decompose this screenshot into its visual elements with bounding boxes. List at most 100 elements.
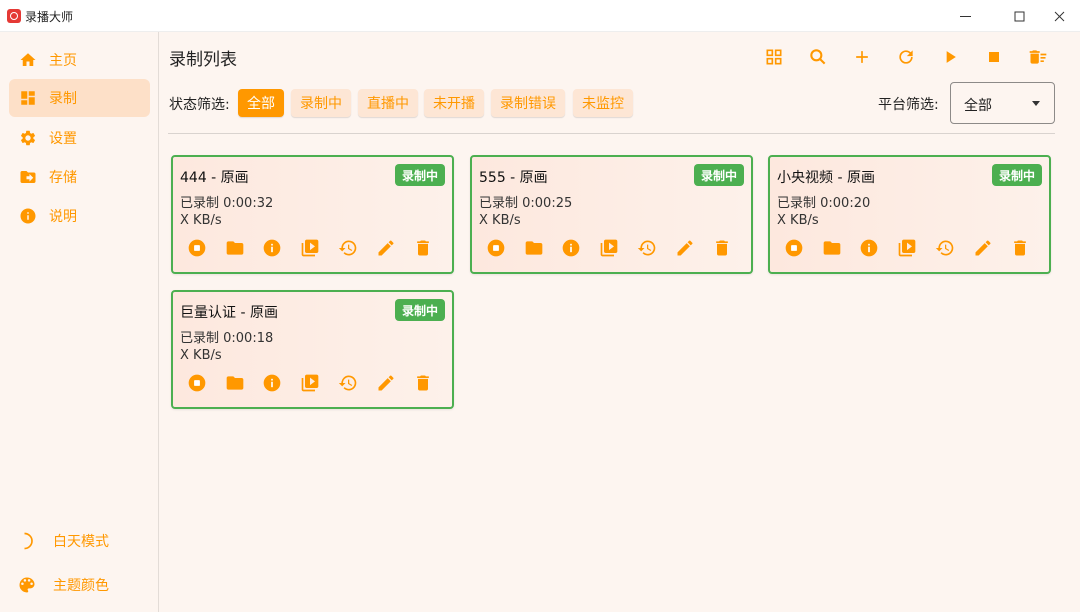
delete-icon: [417, 240, 430, 256]
history-icon: [338, 240, 357, 256]
search-icon: [810, 49, 826, 65]
delete-icon: [417, 375, 430, 391]
day-mode-label: 白天模式: [53, 534, 109, 550]
info-button[interactable]: [262, 238, 282, 258]
card-speed: X KB/s: [180, 213, 222, 228]
divider: [168, 133, 1055, 134]
folder-move-icon: [20, 171, 36, 183]
gear-icon: [20, 130, 36, 146]
edit-button[interactable]: [973, 238, 993, 258]
recording-card[interactable]: 小央视频 - 原画 录制中 已录制 0:00:20 X KB/s: [768, 155, 1051, 274]
stop-recording-button[interactable]: [187, 238, 207, 258]
history-button[interactable]: [637, 238, 657, 258]
card-duration: 已录制 0:00:20: [777, 196, 871, 211]
filter-chip-not-live[interactable]: 未开播: [424, 89, 484, 117]
info-button[interactable]: [859, 238, 879, 258]
filter-chip-error[interactable]: 录制错误: [491, 89, 565, 117]
folder-icon: [226, 241, 244, 255]
filter-chip-unmonitored[interactable]: 未监控: [573, 89, 633, 117]
stop-circle-icon: [487, 239, 505, 257]
close-button[interactable]: [1036, 0, 1080, 32]
card-actions: [187, 373, 447, 395]
sidebar-item-home[interactable]: 主页: [9, 41, 150, 79]
stop-circle-icon: [785, 239, 803, 257]
info-icon: [264, 374, 281, 392]
filter-chip-all[interactable]: 全部: [238, 89, 284, 117]
open-folder-button[interactable]: [225, 373, 245, 393]
recording-card[interactable]: 巨量认证 - 原画 录制中 已录制 0:00:18 X KB/s: [171, 290, 454, 409]
title-bar: 录播大师: [0, 0, 1080, 32]
platform-filter-dropdown[interactable]: 全部: [950, 82, 1055, 124]
sidebar-item-recording[interactable]: 录制: [9, 79, 150, 117]
edit-icon: [975, 240, 991, 256]
sidebar: 主页 录制 设置 存储 说明 白天模式 主题颜色: [0, 32, 159, 612]
edit-button[interactable]: [376, 238, 396, 258]
theme-color-button[interactable]: 主题颜色: [9, 567, 150, 603]
preview-button[interactable]: [599, 238, 619, 258]
start-all-button[interactable]: [937, 44, 963, 70]
info-button[interactable]: [561, 238, 581, 258]
card-actions: [784, 238, 1044, 260]
video-library-icon: [301, 239, 319, 257]
info-button[interactable]: [262, 373, 282, 393]
grid-view-button[interactable]: [761, 44, 787, 70]
search-button[interactable]: [805, 44, 831, 70]
open-folder-button[interactable]: [225, 238, 245, 258]
stop-recording-button[interactable]: [187, 373, 207, 393]
delete-button[interactable]: [1010, 238, 1030, 258]
preview-button[interactable]: [897, 238, 917, 258]
card-speed: X KB/s: [180, 348, 222, 363]
status-badge: 录制中: [394, 299, 445, 321]
minimize-button[interactable]: [942, 0, 988, 32]
edit-button[interactable]: [376, 373, 396, 393]
open-folder-button[interactable]: [822, 238, 842, 258]
video-library-icon: [600, 239, 618, 257]
card-speed: X KB/s: [479, 213, 521, 228]
filter-chip-live[interactable]: 直播中: [358, 89, 418, 117]
history-button[interactable]: [338, 373, 358, 393]
history-icon: [637, 240, 656, 256]
delete-button[interactable]: [712, 238, 732, 258]
stop-all-button[interactable]: [981, 44, 1007, 70]
open-folder-button[interactable]: [524, 238, 544, 258]
edit-button[interactable]: [675, 238, 695, 258]
preview-button[interactable]: [300, 238, 320, 258]
stop-recording-button[interactable]: [784, 238, 804, 258]
moon-icon: [24, 532, 33, 550]
refresh-button[interactable]: [893, 44, 919, 70]
delete-button[interactable]: [413, 373, 433, 393]
info-icon: [861, 239, 878, 257]
info-icon: [264, 239, 281, 257]
main-content: 录制列表 状态筛选: 全部 录制中 直播中 未开播 录制错误 未监控 平台筛选:…: [160, 32, 1080, 612]
history-button[interactable]: [935, 238, 955, 258]
delete-sweep-icon: [1029, 50, 1047, 64]
sidebar-item-storage[interactable]: 存储: [9, 158, 150, 196]
delete-icon: [1014, 240, 1027, 256]
status-badge: 录制中: [991, 164, 1042, 186]
history-icon: [338, 375, 357, 391]
card-title: 555 - 原画: [479, 170, 548, 186]
dropdown-arrow-icon: [1032, 101, 1040, 106]
preview-button[interactable]: [300, 373, 320, 393]
sidebar-item-settings[interactable]: 设置: [9, 119, 150, 157]
add-button[interactable]: [849, 44, 875, 70]
stop-recording-button[interactable]: [486, 238, 506, 258]
edit-icon: [378, 240, 394, 256]
history-button[interactable]: [338, 238, 358, 258]
stop-circle-icon: [188, 374, 206, 392]
add-icon: [856, 51, 868, 63]
folder-icon: [226, 376, 244, 390]
recording-card[interactable]: 555 - 原画 录制中 已录制 0:00:25 X KB/s: [470, 155, 753, 274]
info-icon: [20, 208, 36, 224]
sidebar-item-help[interactable]: 说明: [9, 197, 150, 235]
delete-all-button[interactable]: [1025, 44, 1051, 70]
stop-circle-icon: [188, 239, 206, 257]
delete-icon: [716, 240, 729, 256]
day-mode-toggle[interactable]: 白天模式: [9, 523, 150, 559]
platform-filter-value: 全部: [964, 98, 992, 114]
delete-button[interactable]: [413, 238, 433, 258]
status-filter-label: 状态筛选:: [169, 97, 230, 113]
filter-chip-recording[interactable]: 录制中: [291, 89, 351, 117]
recording-card[interactable]: 444 - 原画 录制中 已录制 0:00:32 X KB/s: [171, 155, 454, 274]
card-duration: 已录制 0:00:32: [180, 196, 274, 211]
